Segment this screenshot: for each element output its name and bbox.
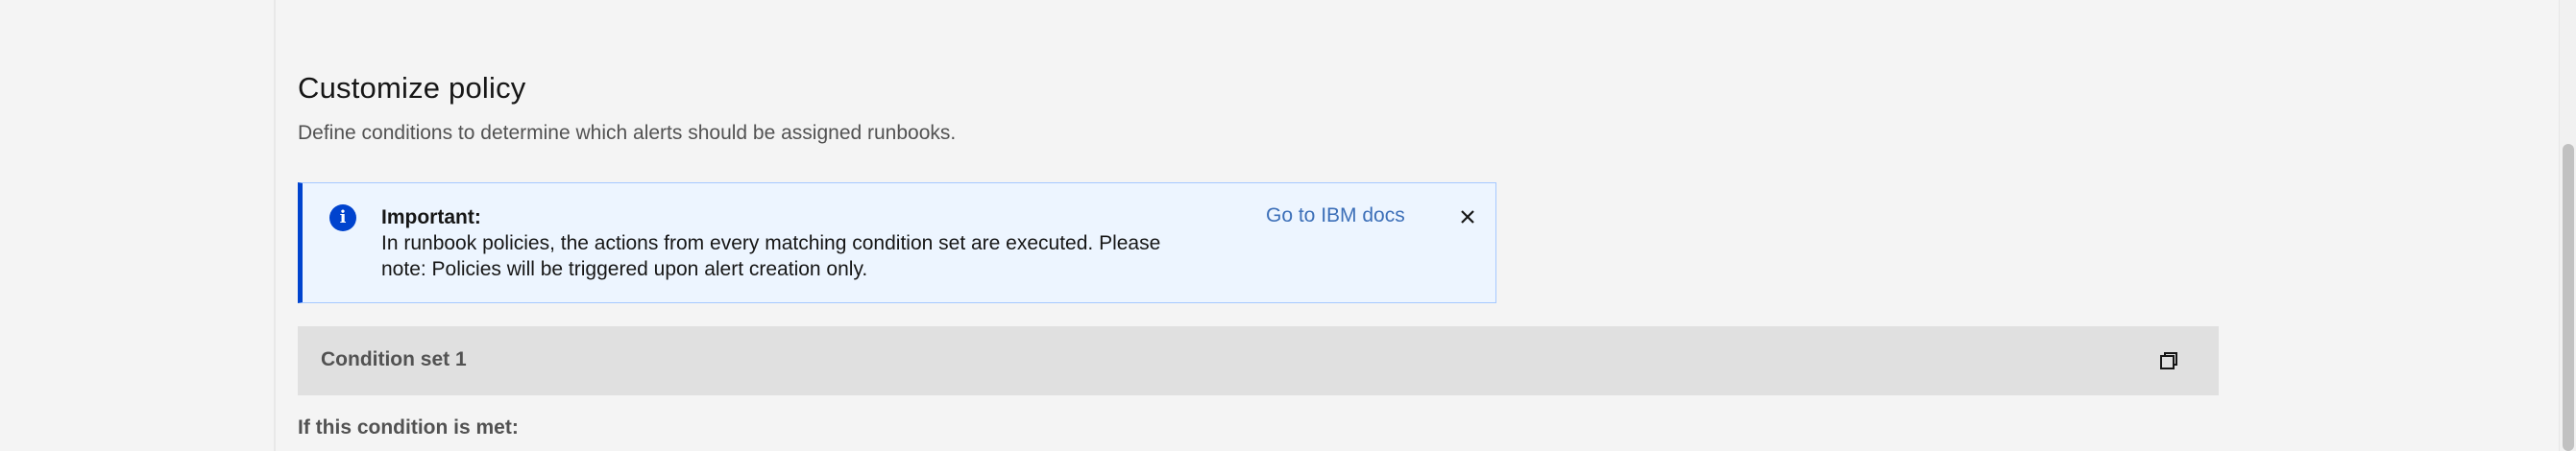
- notification-body: In runbook policies, the actions from ev…: [381, 232, 1161, 280]
- page: Customize policy Define conditions to de…: [0, 0, 2576, 451]
- customize-policy-section: Customize policy Define conditions to de…: [298, 0, 2219, 451]
- close-icon[interactable]: [1453, 202, 1482, 231]
- scrollbar-thumb[interactable]: [2563, 144, 2574, 451]
- section-title: Customize policy: [298, 71, 526, 105]
- notification-heading: Important:: [381, 206, 481, 228]
- ibm-docs-link[interactable]: Go to IBM docs: [1266, 204, 1405, 227]
- info-icon: i: [329, 204, 356, 231]
- info-notification: i Important: In runbook policies, the ac…: [298, 182, 1496, 303]
- notification-text: Important: In runbook policies, the acti…: [381, 204, 1207, 282]
- condition-set-header: Condition set 1: [298, 326, 2219, 395]
- condition-set-title: Condition set 1: [321, 348, 467, 370]
- vertical-scrollbar[interactable]: [2559, 0, 2576, 451]
- section-subtitle: Define conditions to determine which ale…: [298, 122, 957, 144]
- copy-icon[interactable]: [2151, 344, 2186, 378]
- left-divider: [274, 0, 276, 451]
- condition-label: If this condition is met:: [298, 416, 519, 439]
